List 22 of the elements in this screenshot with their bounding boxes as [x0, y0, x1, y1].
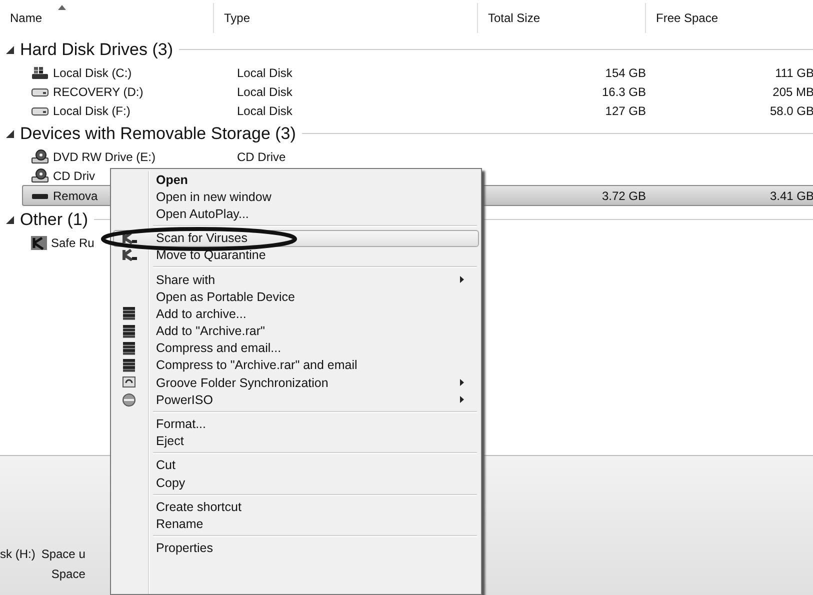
free-space: 205 MB — [772, 84, 813, 98]
drive-type: Local Disk — [237, 66, 292, 80]
drive-name: Local Disk (F:) — [53, 104, 130, 118]
drive-name: RECOVERY (D:) — [53, 84, 144, 98]
drive-label: sk (H:) — [0, 547, 36, 563]
drive-type: Local Disk — [237, 84, 292, 98]
total-size: 3.72 GB — [602, 188, 646, 202]
total-size: 127 GB — [605, 104, 646, 118]
free-space: 3.41 GB — [770, 188, 813, 202]
drive-name: Safe Ru — [51, 236, 94, 250]
free-space: 58.0 GB — [770, 104, 813, 118]
total-size: 16.3 GB — [602, 84, 646, 98]
drive-name: DVD RW Drive (E:) — [53, 150, 156, 164]
status-text: Space u — [41, 547, 86, 563]
drive-name: CD Driv — [53, 168, 95, 182]
drive-type: CD Drive — [237, 150, 286, 164]
total-size: 154 GB — [605, 66, 646, 80]
status-text: Space — [51, 567, 86, 583]
drive-type: Local Disk — [237, 104, 292, 118]
drive-name: Remova — [53, 188, 98, 202]
drive-name: Local Disk (C:) — [53, 66, 132, 80]
free-space: 111 GB — [775, 66, 813, 80]
